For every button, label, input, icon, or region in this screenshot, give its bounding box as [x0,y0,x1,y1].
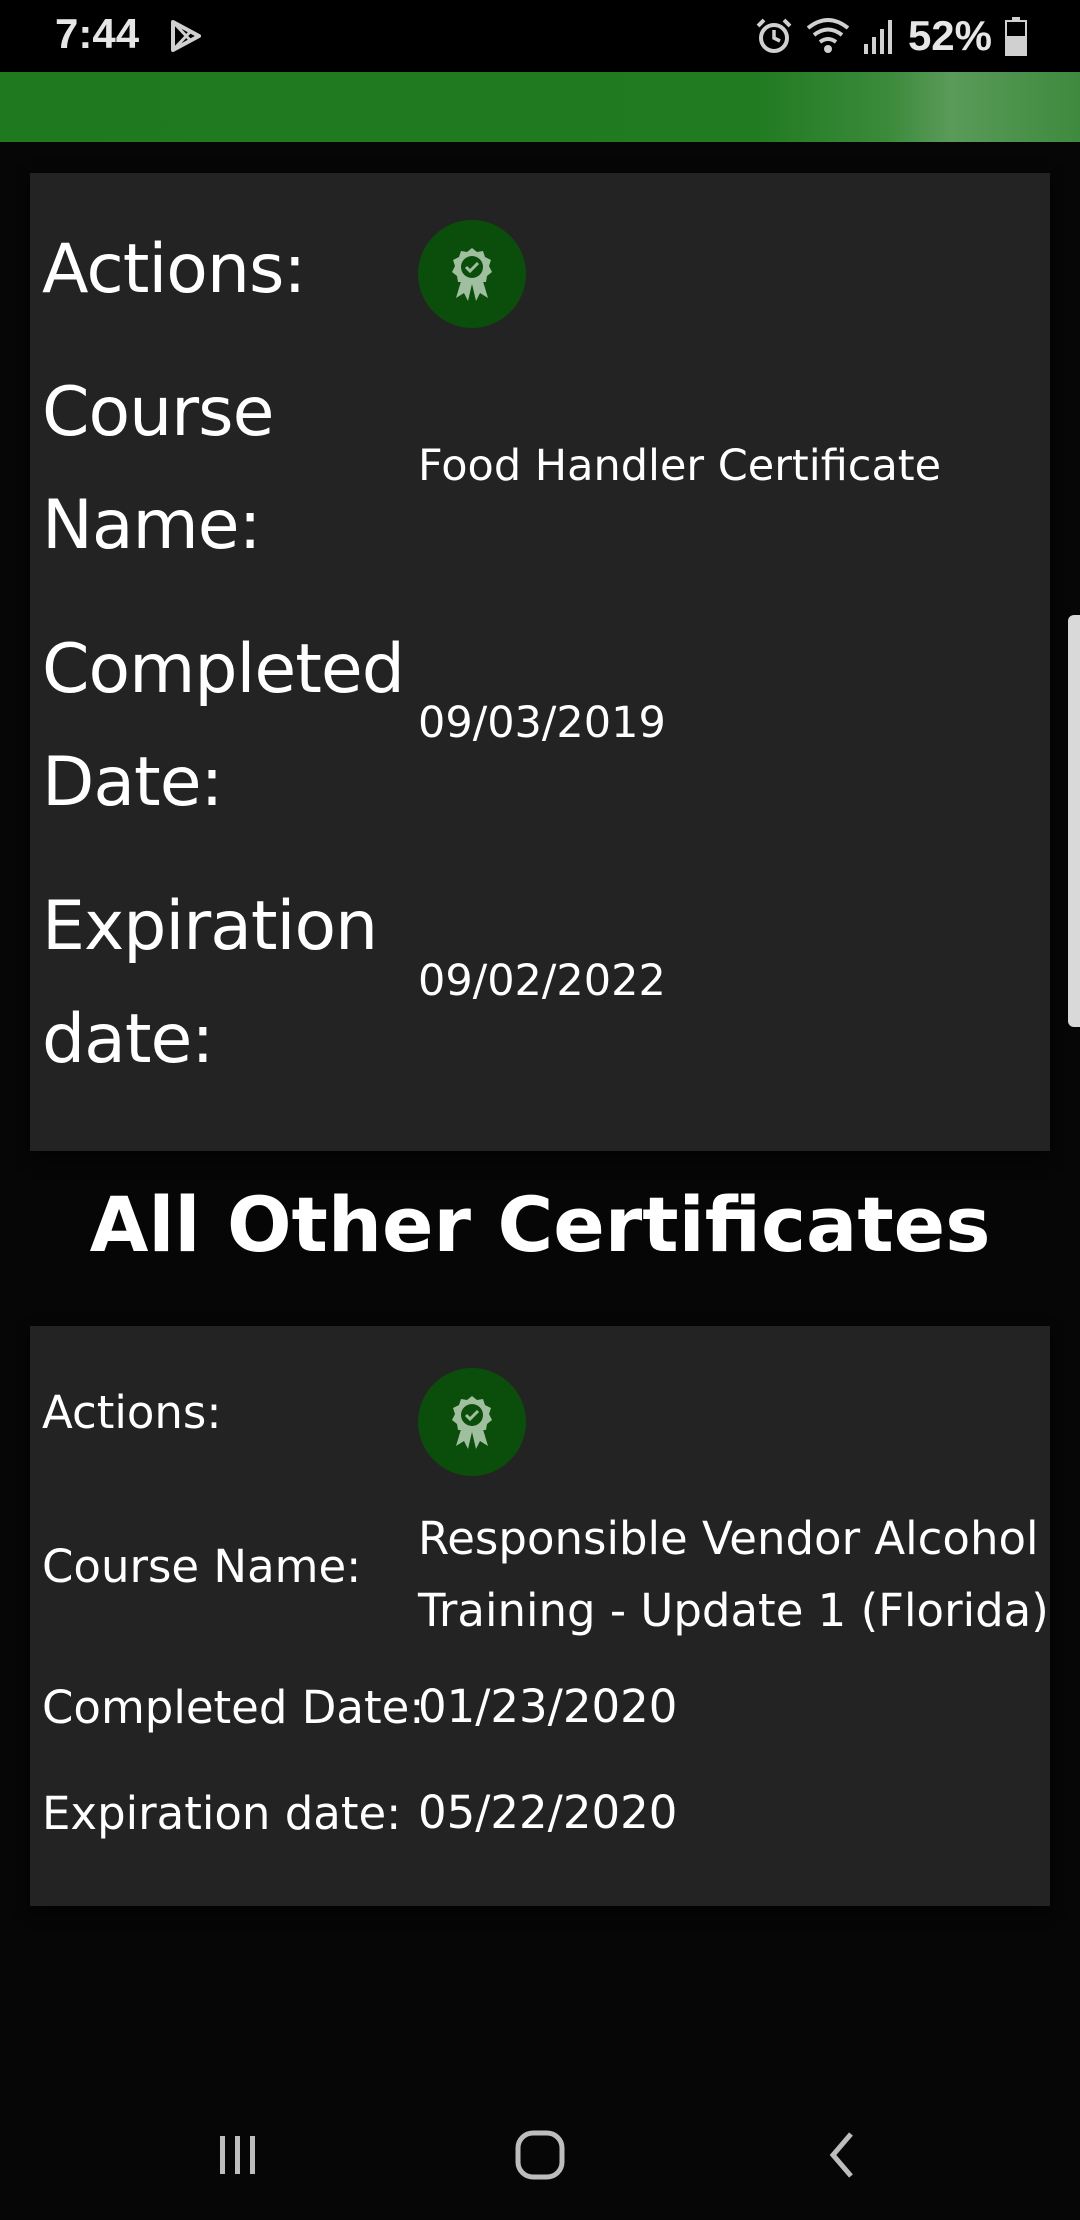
completed-date-label: Completed Date: [42,1681,425,1734]
completed-date-label: Completed [42,630,405,709]
home-icon [515,2130,565,2180]
back-icon [829,2132,853,2178]
certificate-badge-icon [452,1396,492,1449]
certificate-badge-icon [452,248,492,301]
app-toolbar [0,72,1080,142]
status-time: 7:44 [55,10,140,57]
battery-icon [1005,17,1027,56]
view-certificate-button[interactable] [418,220,526,328]
back-button[interactable] [804,2120,884,2190]
expiration-date-value: 09/02/2022 [418,956,666,1006]
expiration-date-label: Expiration date: [42,1787,402,1840]
recent-apps-button[interactable] [198,2120,278,2190]
expiration-date-label-line2: date: [42,1000,214,1079]
alarm-icon [756,18,792,53]
status-bar: 7:44 52% [0,0,1080,72]
signal-icon [863,20,892,54]
expiration-date-value: 05/22/2020 [418,1786,678,1839]
expiration-date-label: Expiration [42,887,378,966]
completed-date-label-line2: Date: [42,743,223,822]
course-name-label: Course [42,373,274,452]
wifi-icon [806,18,850,53]
recent-apps-icon [220,2136,255,2174]
navigation-bar [0,2080,1080,2220]
actions-label: Actions: [42,1386,222,1439]
course-name-label-line2: Name: [42,486,262,565]
actions-label: Actions: [42,230,306,309]
course-name-value: Food Handler Certificate [418,441,942,491]
course-name-label: Course Name: [42,1540,362,1593]
battery-percentage: 52% [907,12,992,59]
play-store-icon [171,20,201,52]
main-certificate-card: Actions: Course Name: Food Handler Certi… [30,173,1050,1151]
view-certificate-button[interactable] [418,1368,526,1476]
course-name-value: Responsible Vendor Alcohol Training - Up… [418,1512,1049,1637]
status-icons: 52% [754,12,1028,60]
completed-date-value: 01/23/2020 [418,1680,678,1733]
section-heading: All Other Certificates [89,1180,991,1269]
completed-date-value: 09/03/2019 [418,698,666,748]
other-certificate-card: Actions: Course Name: Responsible Vendor… [30,1326,1050,1906]
home-button[interactable] [500,2120,580,2190]
scrollbar[interactable] [1068,615,1080,1027]
